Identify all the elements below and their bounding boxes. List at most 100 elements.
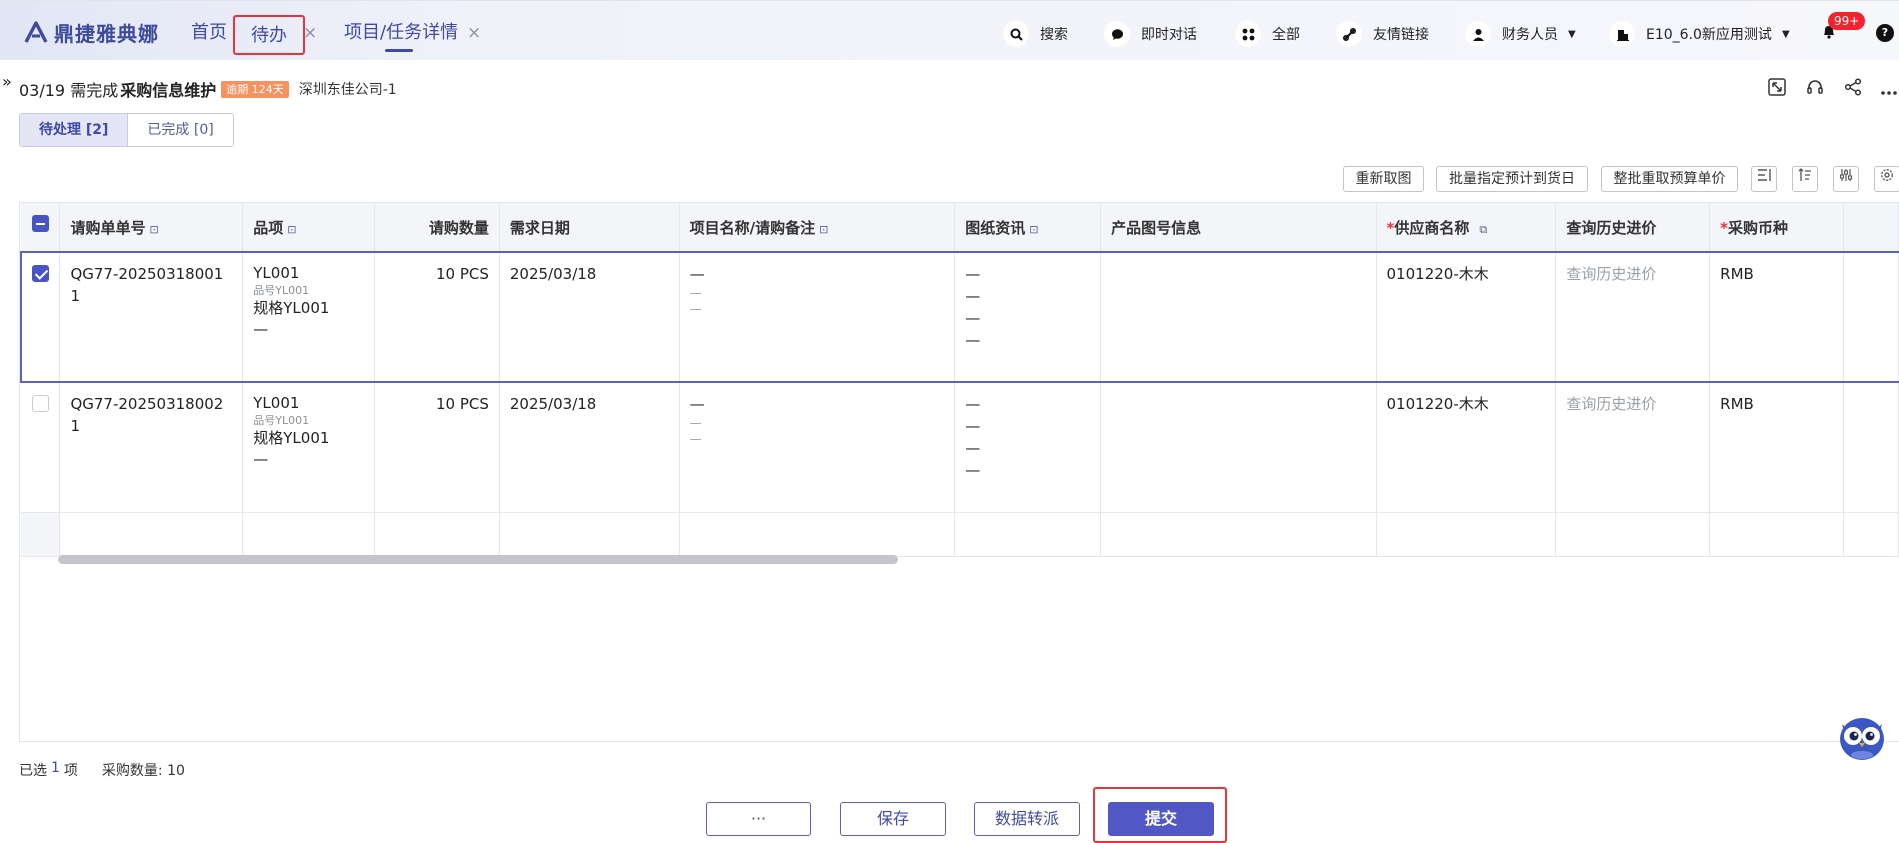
task-title: 采购信息维护 — [120, 81, 217, 100]
qty-cell: 10 PCS — [374, 251, 500, 383]
purchase-table: 请购单单号 ⊡ 品项 ⊡ 请购数量 需求日期 项目名称/请购备注 ⊡ 图纸资讯 ⊡ 产品… — [19, 202, 1899, 742]
table-row[interactable]: QG77-20250318001 1 YL001 品号YL001 规格YL001… — [20, 251, 1899, 383]
assistant-owl-icon[interactable] — [1836, 710, 1888, 762]
link-icon — [1336, 21, 1362, 47]
submit-button[interactable]: 提交 — [1108, 802, 1214, 836]
close-icon[interactable]: × — [303, 23, 317, 43]
chat-bubble-icon — [1104, 21, 1130, 47]
company-name: 深圳东佳公司-1 — [298, 82, 397, 98]
more-options-icon[interactable] — [1880, 80, 1898, 101]
grid-icon — [1235, 21, 1261, 47]
links-label: 友情链接 — [1373, 27, 1429, 43]
order-no-cell: QG77-20250318001 1 — [59, 251, 244, 383]
active-tab-indicator — [385, 49, 413, 52]
purchase-grid: 请购单单号 ⊡ 品项 ⊡ 请购数量 需求日期 项目名称/请购备注 ⊡ 图纸资讯 ⊡ 产品… — [20, 203, 1899, 557]
save-button[interactable]: 保存 — [840, 802, 946, 836]
expand-sidebar-icon[interactable]: » — [2, 72, 12, 91]
project-cell: — — — — [679, 251, 956, 383]
all-label: 全部 — [1272, 27, 1300, 43]
athena-logo-icon — [24, 21, 48, 43]
search-label: 搜索 — [1040, 27, 1068, 43]
search-icon — [1003, 21, 1029, 47]
task-due: 03/19 需完成 — [19, 81, 119, 100]
batch-delivery-date-button[interactable]: 批量指定预计到货日 — [1436, 166, 1588, 192]
row-select-cell — [21, 382, 61, 513]
tab-todo[interactable]: 待办 — [233, 15, 305, 55]
tab-completed[interactable]: 已完成 [0] — [127, 114, 233, 146]
settings-gear-icon[interactable] — [1874, 166, 1899, 192]
share-icon[interactable] — [1844, 78, 1862, 101]
fullscreen-icon[interactable] — [1768, 78, 1786, 101]
history-price-link[interactable]: 查询历史进价 — [1555, 251, 1711, 383]
column-history: 查询历史进价 — [1555, 203, 1711, 253]
row-checkbox[interactable] — [31, 395, 49, 412]
column-project: 项目名称/请购备注 ⊡ — [679, 203, 956, 253]
help-icon[interactable]: ? — [1876, 24, 1894, 42]
column-settings-icon[interactable] — [1751, 166, 1777, 192]
tab-home[interactable]: 首页 — [191, 18, 227, 48]
column-supplier: *供应商名称 ⧉ — [1376, 203, 1557, 253]
chat-label: 即时对话 — [1141, 27, 1197, 43]
sort-icon[interactable] — [1792, 166, 1818, 192]
column-currency: *采购币种 — [1709, 203, 1845, 253]
table-row[interactable]: QG77-20250318002 1 YL001 品号YL001 规格YL001… — [21, 382, 1899, 513]
close-icon[interactable]: × — [467, 23, 481, 43]
item-cell: YL001 品号YL001 规格YL001 — — [242, 382, 376, 513]
user-menu[interactable]: 财务人员 ▼ — [1465, 21, 1576, 47]
extra-cell — [1843, 382, 1899, 513]
links-button[interactable]: 友情链接 — [1336, 21, 1429, 47]
purchase-quantity: 采购数量: 10 — [101, 763, 185, 779]
transfer-button[interactable]: 数据转派 — [974, 802, 1080, 836]
select-all-cell — [21, 203, 61, 253]
currency-cell[interactable]: RMB — [1709, 382, 1845, 513]
product-cell — [1100, 251, 1377, 383]
chat-button[interactable]: 即时对话 — [1104, 21, 1197, 47]
edit-column-icon[interactable]: ⊡ — [819, 223, 828, 236]
horizontal-scrollbar[interactable] — [58, 555, 898, 564]
select-all-checkbox[interactable] — [31, 215, 49, 232]
date-cell[interactable]: 2025/03/18 — [499, 382, 680, 513]
product-cell — [1100, 382, 1377, 513]
task-title-row: 03/19 需完成 采购信息维护 逾期 124天 深圳东佳公司-1 — [19, 78, 397, 100]
building-icon — [1609, 21, 1635, 47]
supplier-cell[interactable]: 0101220-木木 — [1376, 382, 1557, 513]
edit-column-icon[interactable]: ⊡ — [1029, 223, 1038, 236]
caret-down-icon: ▼ — [1781, 28, 1790, 40]
table-row-blank — [21, 512, 1899, 557]
selection-summary: 已选 1 项 采购数量: 10 — [19, 760, 185, 780]
search-button[interactable]: 搜索 — [1003, 21, 1068, 47]
filter-icon[interactable] — [1833, 166, 1859, 192]
column-product: 产品图号信息 — [1100, 203, 1377, 253]
app-name: 鼎捷雅典娜 — [54, 21, 159, 46]
notification-badge: 99+ — [1828, 12, 1866, 30]
environment-label: E10_6.0新应用测试 — [1646, 27, 1772, 43]
selected-count: 1 — [51, 760, 60, 776]
top-bar: 鼎捷雅典娜 首页 待办 × 项目/任务详情 × 搜索 即时对话 全部 友情链接 … — [0, 0, 1899, 60]
history-price-link[interactable]: 查询历史进价 — [1555, 382, 1711, 513]
app-logo[interactable]: 鼎捷雅典娜 — [24, 18, 159, 46]
user-label: 财务人员 — [1502, 27, 1558, 43]
all-apps-button[interactable]: 全部 — [1235, 21, 1300, 47]
caret-down-icon: ▼ — [1568, 28, 1576, 40]
date-cell[interactable]: 2025/03/18 — [499, 251, 680, 383]
headset-icon[interactable] — [1806, 78, 1824, 101]
column-order-no: 请购单单号 ⊡ — [59, 203, 244, 253]
drawing-cell: — — — — — [954, 382, 1102, 513]
more-actions-button[interactable]: ··· — [706, 802, 811, 836]
currency-cell[interactable]: RMB — [1709, 251, 1845, 383]
row-select-cell — [20, 251, 61, 383]
overdue-badge: 逾期 124天 — [221, 80, 289, 98]
copy-icon[interactable]: ⧉ — [1479, 223, 1487, 236]
edit-column-icon[interactable]: ⊡ — [287, 223, 296, 236]
edit-column-icon[interactable]: ⊡ — [149, 223, 158, 236]
tab-pending[interactable]: 待处理 [2] — [20, 114, 128, 146]
row-checkbox[interactable] — [32, 265, 50, 282]
supplier-cell[interactable]: 0101220-木木 — [1376, 251, 1557, 383]
column-qty: 请购数量 — [374, 203, 500, 253]
project-cell: — — — — [679, 382, 956, 513]
tab-task-detail[interactable]: 项目/任务详情 — [344, 18, 458, 48]
environment-menu[interactable]: E10_6.0新应用测试 ▼ — [1609, 21, 1790, 47]
batch-price-button[interactable]: 整批重取预算单价 — [1601, 166, 1738, 192]
order-no-cell: QG77-20250318002 1 — [59, 382, 244, 513]
reload-drawing-button[interactable]: 重新取图 — [1343, 166, 1424, 192]
